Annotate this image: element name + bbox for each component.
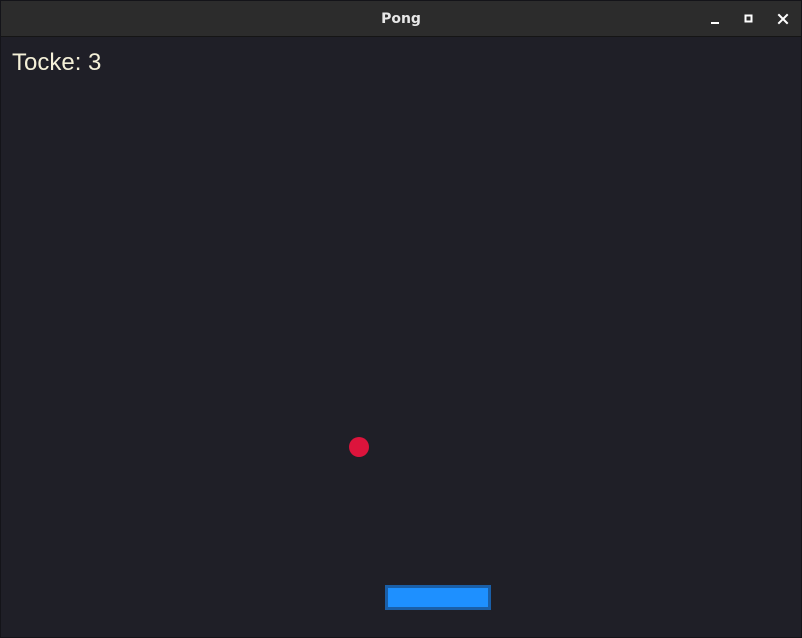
pong-window: Pong Tocke: 3	[0, 0, 802, 638]
maximize-icon	[744, 14, 753, 23]
paddle[interactable]	[385, 585, 491, 610]
minimize-button[interactable]	[703, 7, 727, 31]
minimize-icon	[711, 22, 719, 24]
window-title: Pong	[381, 11, 421, 27]
score-label: Tocke: 3	[12, 49, 102, 76]
close-button[interactable]	[771, 7, 795, 31]
ball	[349, 437, 369, 457]
game-canvas[interactable]: Tocke: 3	[1, 37, 801, 637]
title-bar[interactable]: Pong	[1, 1, 801, 37]
close-icon	[777, 13, 789, 25]
maximize-button[interactable]	[737, 7, 761, 31]
